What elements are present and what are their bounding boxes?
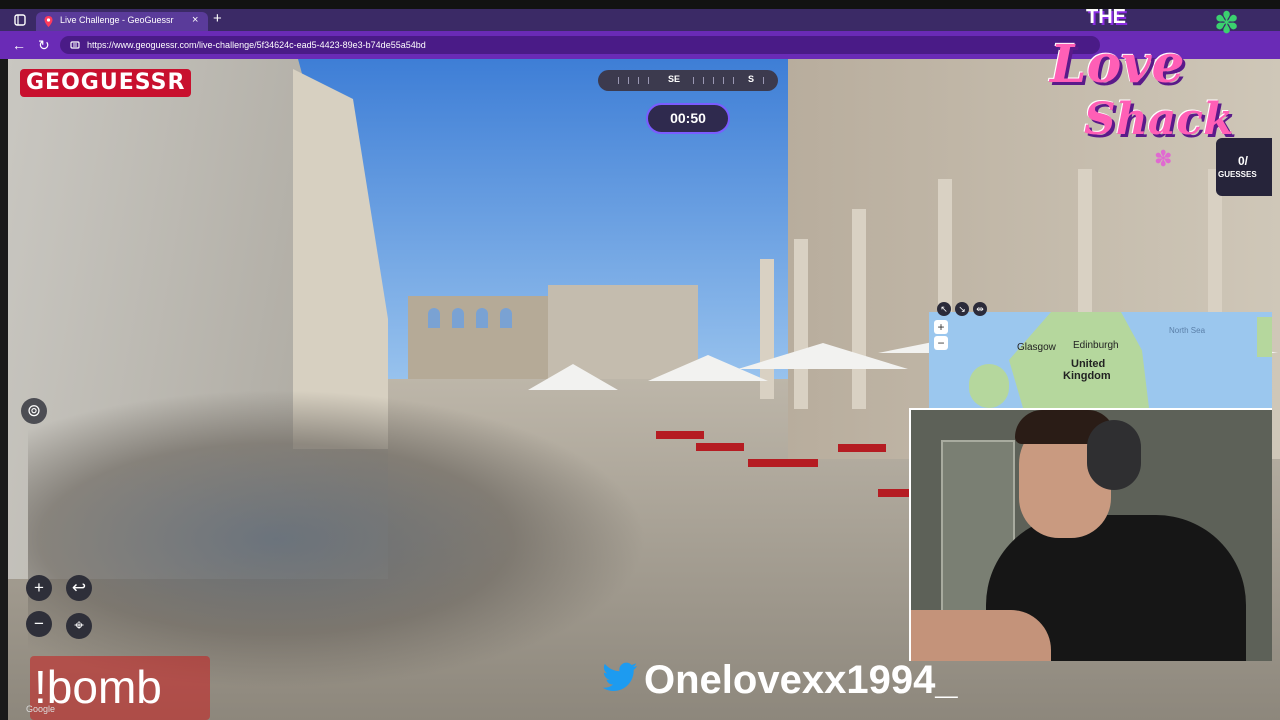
streamer-hand: [911, 610, 1051, 661]
compass-label-se: SE: [668, 74, 681, 84]
url-text: https://www.geoguessr.com/live-challenge…: [87, 40, 426, 50]
map-land: [1257, 317, 1272, 357]
love-shack-shack: Shack: [1084, 94, 1234, 145]
reload-icon[interactable]: ↻: [38, 37, 50, 54]
twitter-bird-icon: [602, 662, 637, 691]
cafe-table: [696, 443, 744, 451]
leaf-icon: ✽: [1154, 146, 1173, 171]
sidebar-toggle-icon[interactable]: [14, 14, 26, 26]
love-shack-the: THE: [1086, 6, 1126, 28]
undo-move-button[interactable]: ↩: [66, 575, 92, 601]
map-label-united: United: [1071, 358, 1106, 370]
return-to-start-button[interactable]: ⌖: [66, 613, 92, 639]
guesses-label: GUESSES: [1218, 170, 1257, 179]
map-label-edinburgh: Edinburgh: [1073, 340, 1119, 351]
geoguessr-favicon-icon: [44, 16, 53, 27]
round-timer: 00:50: [646, 103, 730, 134]
compass-label-s: S: [748, 74, 755, 84]
map-land: [969, 364, 1009, 408]
tab-title: Live Challenge - GeoGuessr: [60, 15, 174, 25]
site-info-icon[interactable]: [70, 40, 80, 50]
guesses-counter: 0/ GUESSES: [1216, 138, 1272, 196]
zoom-out-button[interactable]: −: [26, 611, 52, 637]
map-shrink-icon[interactable]: ↘: [955, 302, 969, 316]
map-label-kingdom: Kingdom: [1063, 370, 1111, 382]
tab-live-challenge[interactable]: Live Challenge - GeoGuessr ×: [36, 12, 208, 31]
google-attribution: Google: [26, 704, 56, 714]
map-label-north-sea: North Sea: [1169, 326, 1206, 335]
cafe-table: [748, 459, 818, 467]
map-zoom-out-button[interactable]: −: [934, 336, 948, 350]
guess-map[interactable]: ↖ ↘ ⇹ North Sea Glasgow Edinburgh United…: [929, 302, 1272, 408]
camera-reset-icon[interactable]: ⊚: [21, 398, 47, 424]
map-zoom-in-button[interactable]: +: [934, 320, 948, 334]
zoom-in-button[interactable]: +: [26, 575, 52, 601]
cafe-table: [838, 444, 886, 452]
background-arches: [408, 296, 548, 386]
leaf-icon: ✽: [1214, 7, 1240, 40]
url-field[interactable]: https://www.geoguessr.com/live-challenge…: [60, 36, 1100, 54]
twitter-handle: Onelovexx1994_: [644, 658, 958, 702]
headphones: [1087, 420, 1141, 490]
map-label-glasgow: Glasgow: [1017, 342, 1056, 353]
webcam-feed: [909, 408, 1272, 661]
bomb-command-overlay: !bomb: [30, 656, 210, 720]
tab-close-icon[interactable]: ×: [192, 14, 198, 26]
crowd-of-pedestrians: [28, 389, 648, 689]
compass: SE S: [598, 70, 778, 91]
map-expand-icon[interactable]: ↖: [937, 302, 951, 316]
map-pin-icon[interactable]: ⇹: [973, 302, 987, 316]
cafe-table: [656, 431, 704, 439]
geoguessr-logo[interactable]: GEOGUESSR: [20, 69, 192, 97]
new-tab-button[interactable]: +: [213, 10, 222, 27]
guesses-count: 0/: [1238, 154, 1249, 168]
love-shack-love: Love: [1050, 34, 1185, 95]
back-arrow-icon[interactable]: ←: [12, 37, 26, 53]
